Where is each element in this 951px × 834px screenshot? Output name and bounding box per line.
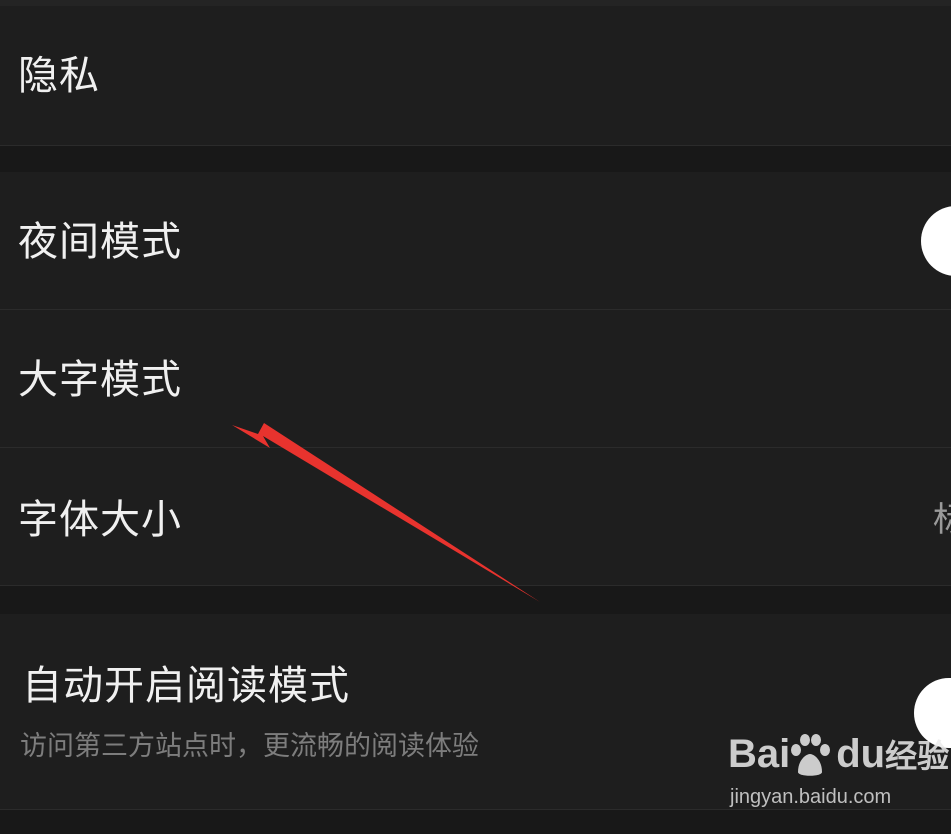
paw-icon xyxy=(791,734,830,776)
watermark-brand-jingyan: 经验 xyxy=(885,738,950,774)
section-gap xyxy=(0,586,951,614)
night-mode-label: 夜间模式 xyxy=(18,219,182,265)
settings-screen: 隐私 夜间模式 大字模式 字体大小 标 自动开启阅读模式 访问第三方站点时，更流… xyxy=(0,0,951,834)
settings-row-large-text[interactable]: 大字模式 xyxy=(0,310,951,448)
auto-reader-description: 访问第三方站点时，更流畅的阅读体验 xyxy=(20,731,479,762)
settings-row-privacy[interactable]: 隐私 xyxy=(0,6,951,146)
auto-reader-label: 自动开启阅读模式 xyxy=(22,663,350,709)
large-text-label: 大字模式 xyxy=(18,357,182,403)
font-size-value: 标 xyxy=(933,500,951,540)
watermark: Bai du经验 jingyan.baidu.com xyxy=(728,730,949,820)
watermark-brand-du: du xyxy=(836,732,886,776)
watermark-brand: Bai du经验 xyxy=(728,730,949,780)
settings-row-night-mode[interactable]: 夜间模式 xyxy=(0,172,951,310)
settings-row-font-size[interactable]: 字体大小 标 xyxy=(0,448,951,586)
font-size-label: 字体大小 xyxy=(18,497,182,543)
watermark-brand-bai: Bai xyxy=(728,732,791,776)
toggle-knob xyxy=(921,206,951,276)
watermark-url: jingyan.baidu.com xyxy=(730,786,892,808)
night-mode-toggle[interactable] xyxy=(921,206,951,276)
section-gap xyxy=(0,146,951,172)
privacy-label: 隐私 xyxy=(18,53,100,99)
